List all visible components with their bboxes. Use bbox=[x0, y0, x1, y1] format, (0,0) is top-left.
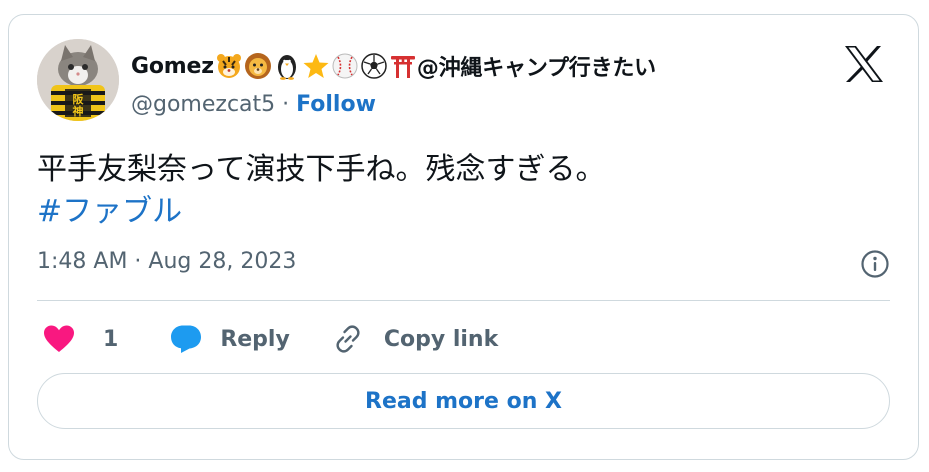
link-icon bbox=[332, 323, 364, 355]
avatar-jersey-text-bottom: 神 bbox=[73, 104, 84, 118]
author-handle-row: @gomezcat5 · Follow bbox=[131, 89, 376, 119]
x-logo-icon[interactable] bbox=[844, 45, 884, 83]
tiger-face-icon bbox=[215, 52, 243, 80]
copy-link-button[interactable]: Copy link bbox=[332, 323, 498, 355]
like-count: 1 bbox=[103, 326, 119, 352]
torii-gate-icon bbox=[389, 52, 417, 80]
follow-button[interactable]: Follow bbox=[296, 92, 376, 117]
heart-icon bbox=[43, 324, 75, 354]
star-icon bbox=[302, 52, 330, 80]
handle-separator: · bbox=[275, 91, 297, 117]
tweet-text: 平手友梨奈って演技下手ね。残念すぎる。 #ファブル bbox=[37, 149, 887, 233]
avatar[interactable]: 阪 神 bbox=[37, 39, 119, 121]
tweet-body: 平手友梨奈って演技下手ね。残念すぎる。 bbox=[37, 152, 606, 187]
penguin-icon bbox=[273, 52, 301, 80]
baseball-icon bbox=[331, 52, 359, 80]
lion-face-icon bbox=[244, 52, 272, 80]
reply-label: Reply bbox=[220, 326, 290, 352]
soccer-ball-icon bbox=[360, 52, 388, 80]
author-handle[interactable]: @gomezcat5 bbox=[131, 92, 275, 117]
reply-bubble-icon bbox=[170, 324, 202, 354]
author-display-name: Gomez bbox=[131, 53, 214, 79]
divider bbox=[37, 300, 890, 301]
tweet-embed-card: 阪 神 Gomez @沖縄キャンプ行きたい @gomezcat5 · Follo… bbox=[8, 14, 919, 460]
like-button[interactable]: 1 bbox=[37, 324, 118, 354]
author-display-name-suffix: @沖縄キャンプ行きたい bbox=[416, 56, 656, 81]
cat-avatar-image: 阪 神 bbox=[37, 39, 119, 121]
tweet-timestamp[interactable]: 1:48 AM · Aug 28, 2023 bbox=[37, 249, 296, 274]
author-name-row[interactable]: Gomez @沖縄キャンプ行きたい bbox=[131, 49, 656, 83]
avatar-jersey-text-top: 阪 bbox=[73, 92, 85, 106]
hashtag-link[interactable]: #ファブル bbox=[37, 191, 887, 233]
info-icon[interactable] bbox=[860, 249, 890, 279]
reply-button[interactable]: Reply bbox=[170, 324, 290, 354]
action-bar: 1 Reply Copy link bbox=[37, 317, 498, 361]
copy-link-label: Copy link bbox=[383, 326, 499, 352]
read-more-button[interactable]: Read more on X bbox=[37, 373, 890, 429]
